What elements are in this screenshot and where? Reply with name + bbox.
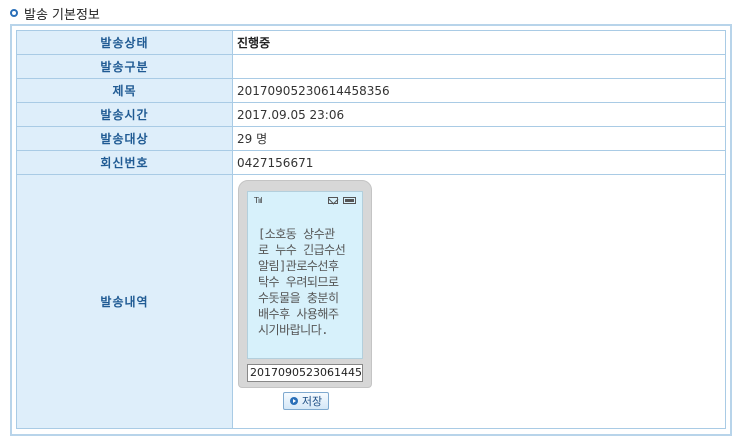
- table-row: 발송내역 Tııl [소호동 상수관 로 누수 긴급수선 알림]관로수선후 탁수…: [16, 174, 726, 429]
- play-circle-icon: [289, 397, 298, 405]
- row-value-target: 29 명: [232, 126, 726, 151]
- circle-bullet-icon: [10, 9, 18, 17]
- row-value-subject: 20170905230614458356: [232, 78, 726, 103]
- message-text: [소호동 상수관 로 누수 긴급수선 알림]관로수선후 탁수 우려되므로 수돗물…: [258, 227, 346, 337]
- section-title: 발송 기본정보: [24, 7, 100, 23]
- signal-icon: Tııl: [254, 196, 263, 205]
- phone-preview: Tııl [소호동 상수관 로 누수 긴급수선 알림]관로수선후 탁수 우려되므…: [238, 180, 372, 388]
- row-label-reply: 회신번호: [16, 150, 233, 175]
- mail-icon: [328, 197, 338, 204]
- table-row: 회신번호 0427156671: [16, 150, 726, 175]
- table-row: 제목 20170905230614458356: [16, 78, 726, 103]
- save-button-label: 저장: [301, 395, 323, 408]
- content-cell: Tııl [소호동 상수관 로 누수 긴급수선 알림]관로수선후 탁수 우려되므…: [232, 174, 726, 429]
- table-row: 발송구분: [16, 54, 726, 79]
- table-row: 발송대상 29 명: [16, 126, 726, 151]
- info-panel: 발송상태 진행중 발송구분 제목 20170905230614458356 발송…: [10, 24, 732, 436]
- battery-icon: [343, 197, 356, 204]
- row-value-time: 2017.09.05 23:06: [232, 102, 726, 127]
- table-row: 발송시간 2017.09.05 23:06: [16, 102, 726, 127]
- row-label-time: 발송시간: [16, 102, 233, 127]
- row-label-type: 발송구분: [16, 54, 233, 79]
- row-label-target: 발송대상: [16, 126, 233, 151]
- save-button[interactable]: 저장: [283, 392, 329, 410]
- table-row: 발송상태 진행중: [16, 30, 726, 55]
- row-label-status: 발송상태: [16, 30, 233, 55]
- row-label-content: 발송내역: [16, 174, 233, 429]
- row-value-status: 진행중: [232, 30, 726, 55]
- phone-status-bar: Tııl: [254, 196, 356, 206]
- row-value-type: [232, 54, 726, 79]
- section-header: 발송 기본정보: [10, 4, 100, 23]
- row-label-subject: 제목: [16, 78, 233, 103]
- phone-screen: Tııl [소호동 상수관 로 누수 긴급수선 알림]관로수선후 탁수 우려되므…: [247, 191, 363, 359]
- row-value-reply: 0427156671: [232, 150, 726, 175]
- message-id-field[interactable]: 20170905230614458356: [247, 364, 363, 382]
- info-table: 발송상태 진행중 발송구분 제목 20170905230614458356 발송…: [16, 30, 726, 429]
